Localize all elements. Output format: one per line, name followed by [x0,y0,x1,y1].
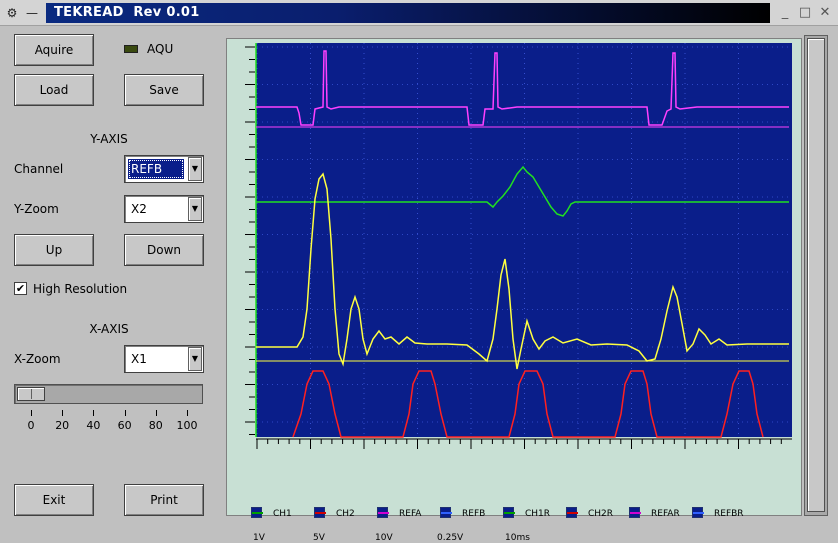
scale-value: 5V [313,533,325,543]
channel-select[interactable]: REFB ▼ [124,155,204,183]
scope-panel: CH1 CH2 REFA REFB CH1R CH2R REFAR REFBR … [226,38,802,543]
channel-value: REFB [128,159,184,179]
legend-swatch [503,507,515,518]
title-bar: ⚙ — TEKREAD Rev 0.01 _ □ ✕ [0,0,838,26]
slider-tick-label: 80 [148,419,163,432]
legend-swatch [377,507,389,518]
y-zoom-value: X2 [131,202,147,216]
legend-swatch [692,507,704,518]
slider-tick [62,410,64,416]
legend-swatch [314,507,326,518]
x-zoom-select[interactable]: X1 ▼ [124,345,204,373]
aquire-button[interactable]: Aquire [14,34,94,66]
checkmark-icon: ✔ [15,282,26,295]
y-axis-ticks [245,46,255,435]
chevron-down-icon[interactable]: ▼ [188,347,202,371]
legend-label: REFAR [651,509,680,519]
scope-screen [256,43,792,437]
scale-value: 1V [253,533,265,543]
up-button[interactable]: Up [14,234,94,266]
legend-label: CH1R [525,509,551,519]
slider-tick [124,410,126,416]
vertical-scrollbar[interactable] [804,35,828,516]
maximize-icon[interactable]: □ [796,4,814,22]
slider-tick [31,410,32,416]
y-axis-title: Y-AXIS [90,132,128,146]
channel-label: Channel [14,162,64,176]
legend-swatch [629,507,641,518]
chevron-down-icon[interactable]: ▼ [188,197,202,221]
exit-button[interactable]: Exit [14,484,94,516]
legend-label: REFA [399,509,422,519]
x-axis-title: X-AXIS [89,322,129,336]
legend-swatch [251,507,263,518]
title-bar-fill[interactable]: TEKREAD Rev 0.01 [46,3,770,23]
legend-swatch [440,507,452,518]
close-icon[interactable]: ✕ [816,4,834,22]
slider-tick [187,410,188,416]
slider-handle[interactable] [17,387,45,401]
pin-icon[interactable]: — [24,5,40,21]
x-zoom-value: X1 [131,352,147,366]
legend-label: CH2R [588,509,614,519]
x-axis-ticks [256,439,782,449]
x-position-slider[interactable] [14,384,203,404]
minimize-icon[interactable]: _ [776,4,794,22]
aqu-led-indicator [124,45,138,53]
slider-tick [155,410,157,416]
load-button[interactable]: Load [14,74,94,106]
scale-value: 10V [375,533,393,543]
app-menu-icon[interactable]: ⚙ [4,5,20,21]
window-title: TEKREAD Rev 0.01 [54,5,200,20]
down-button[interactable]: Down [124,234,204,266]
slider-tick [93,410,95,416]
scrollbar-thumb[interactable] [807,38,825,512]
chevron-down-icon[interactable]: ▼ [188,157,202,181]
legend-label: REFBR [714,509,744,519]
slider-tick-label: 40 [86,419,101,432]
slider-tick-label: 60 [117,419,132,432]
scale-value: 10ms [505,533,530,543]
y-zoom-select[interactable]: X2 ▼ [124,195,204,223]
print-button[interactable]: Print [124,484,204,516]
save-button[interactable]: Save [124,74,204,106]
scope-display [245,43,792,449]
legend-label: REFB [462,509,486,519]
legend-label: CH2 [336,509,355,519]
high-resolution-label: High Resolution [33,282,128,296]
y-zoom-label: Y-Zoom [14,202,59,216]
slider-tick-label: 100 [176,419,198,432]
aqu-label: AQU [147,42,174,56]
slider-tick-label: 20 [55,419,70,432]
legend-swatch [566,507,578,518]
scale-value: 0.25V [437,533,464,543]
slider-tick-label: 0 [27,419,35,432]
legend-label: CH1 [273,509,292,519]
x-zoom-label: X-Zoom [14,352,61,366]
high-resolution-checkbox[interactable]: ✔ [14,282,27,295]
